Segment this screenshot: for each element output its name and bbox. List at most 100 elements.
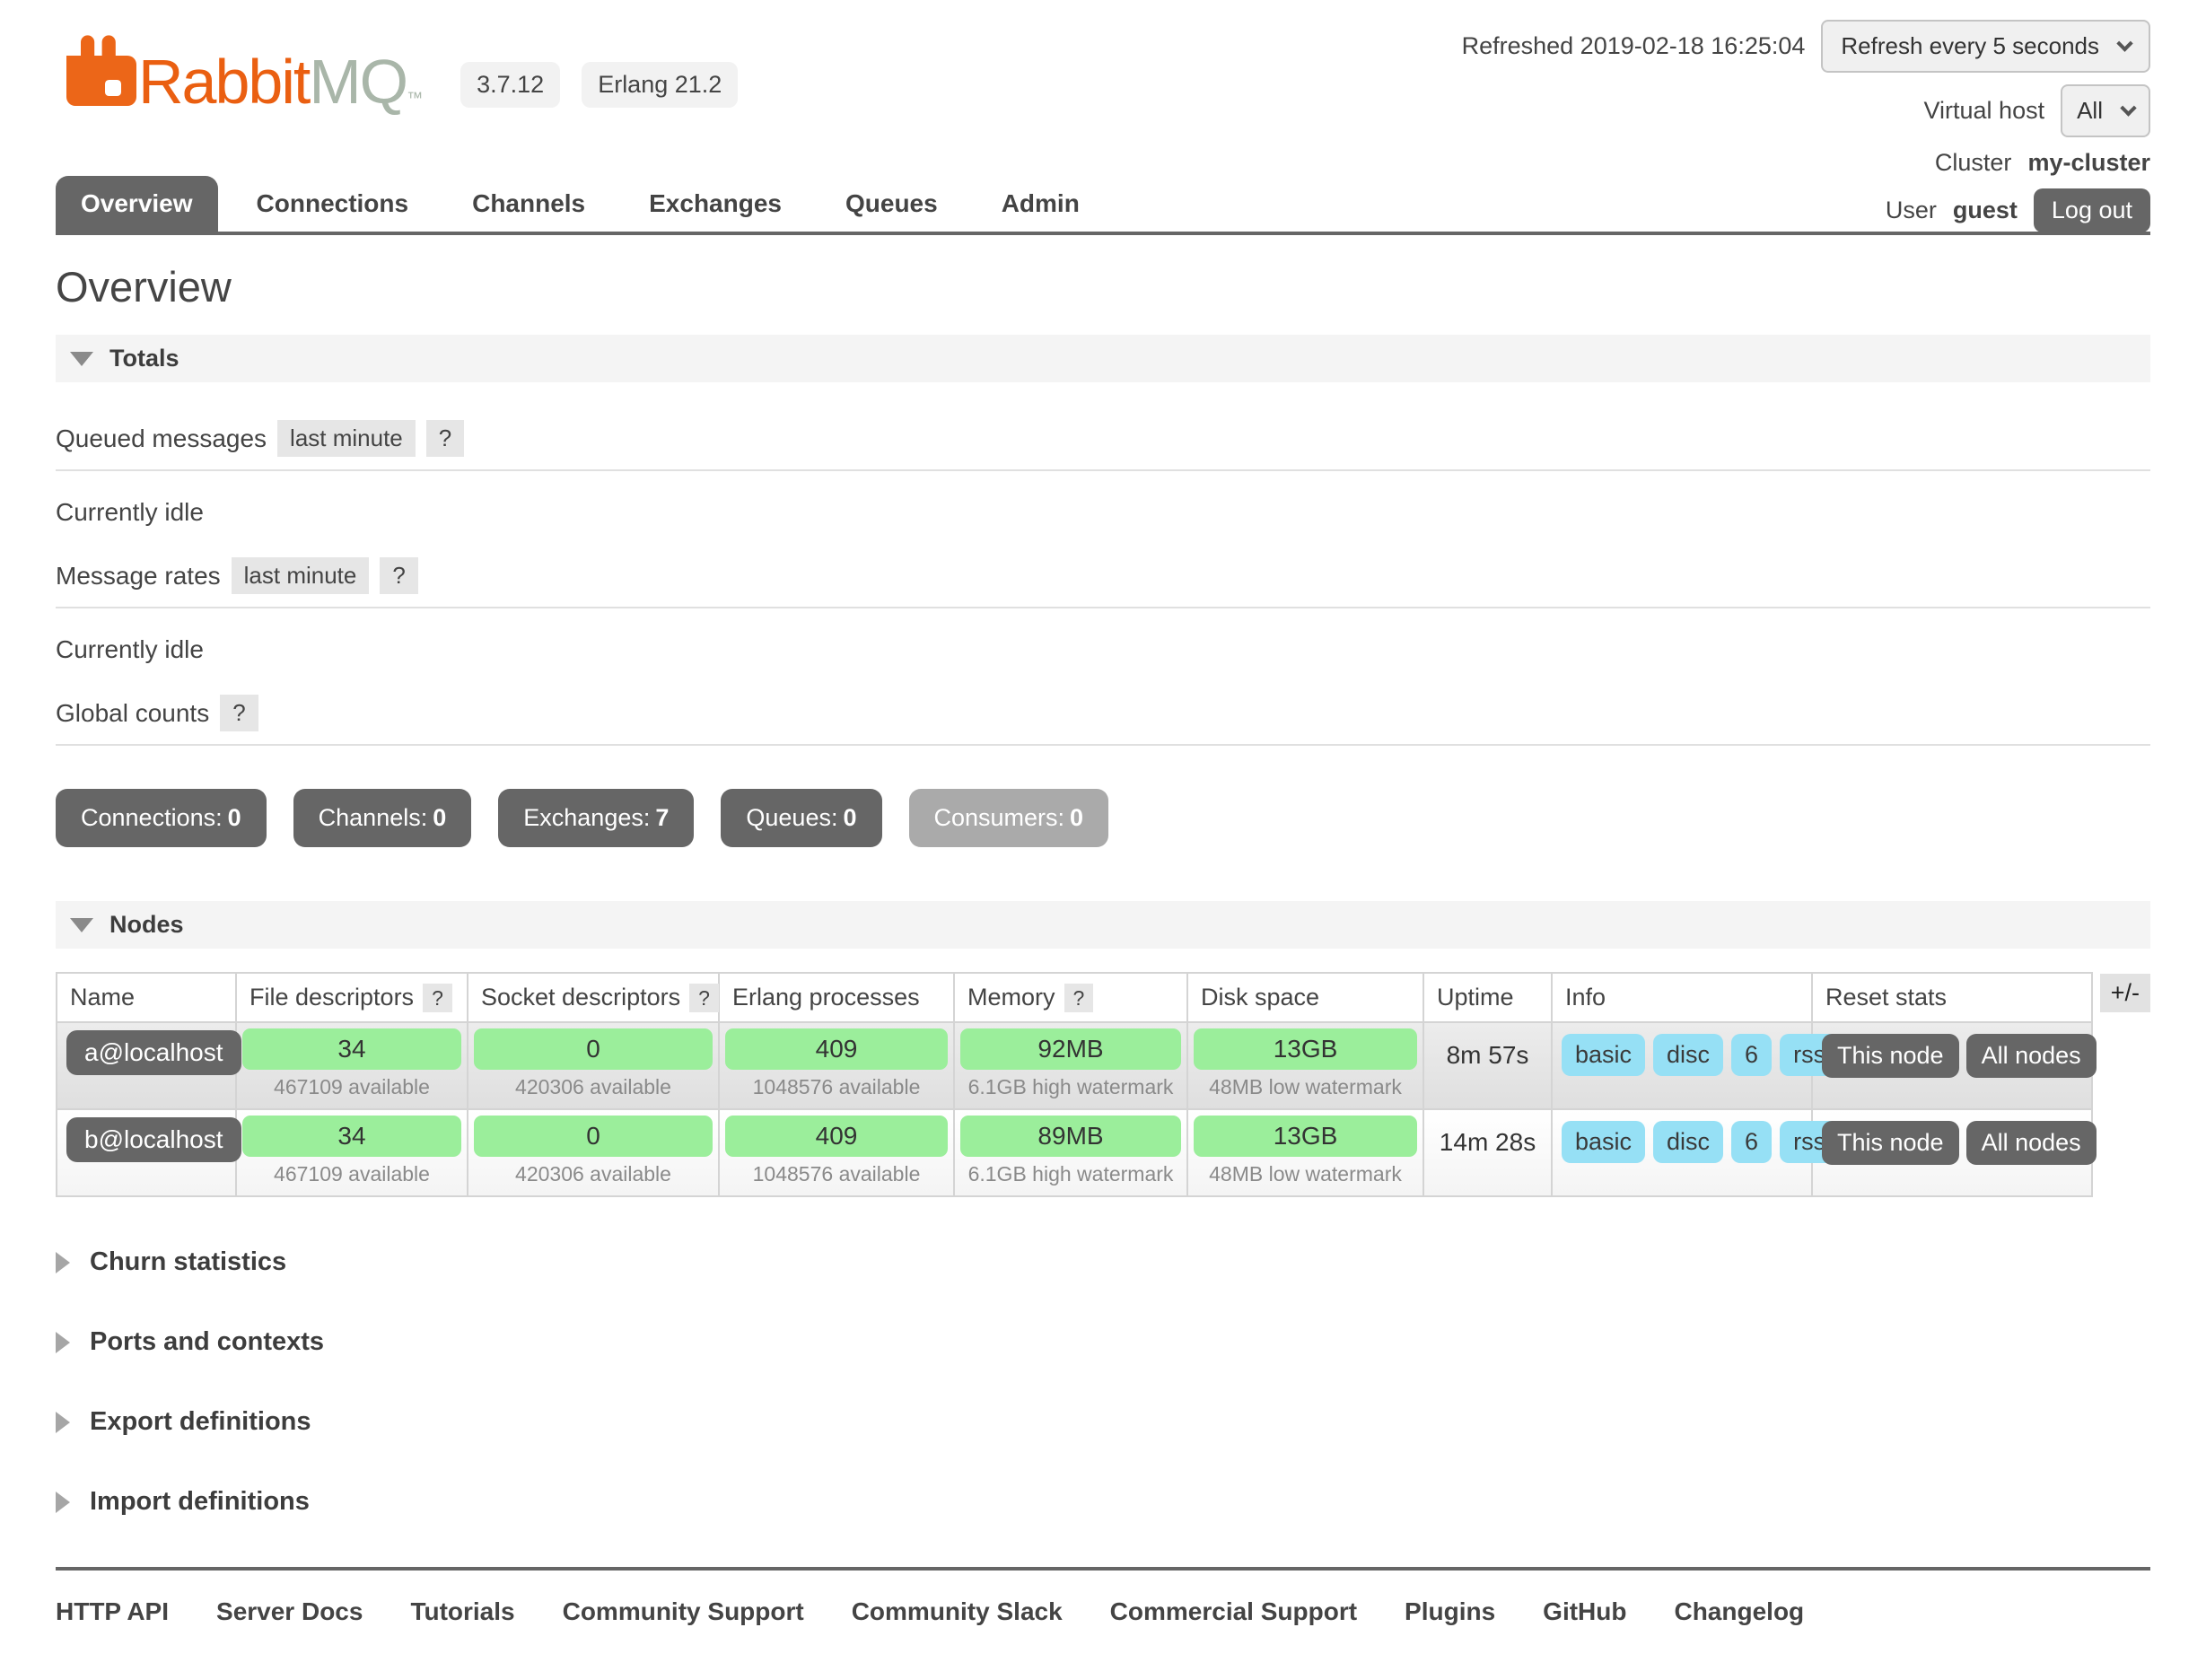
- connections-count-button[interactable]: Connections:0: [56, 789, 267, 847]
- collapse-triangle-icon: [70, 918, 93, 932]
- tab-admin[interactable]: Admin: [976, 176, 1105, 232]
- col-file-descriptors: File descriptors?: [236, 973, 468, 1022]
- disk-free-value: 13GB: [1194, 1116, 1417, 1157]
- nodes-table: Name File descriptors? Socket descriptor…: [56, 972, 2093, 1197]
- proc-used-value: 409: [725, 1028, 948, 1070]
- wordmark-rabbit: Rabbit: [138, 47, 309, 117]
- info-badge-disc: disc: [1653, 1034, 1723, 1076]
- node-row-a: a@localhost 34467109 available 0420306 a…: [57, 1022, 2092, 1109]
- col-erlang-processes: Erlang processes: [719, 973, 954, 1022]
- help-badge[interactable]: ?: [689, 984, 719, 1012]
- col-memory: Memory?: [954, 973, 1187, 1022]
- section-import-definitions[interactable]: Import definitions: [56, 1487, 2150, 1517]
- header-right: Refreshed 2019-02-18 16:25:04 Refresh ev…: [1462, 20, 2150, 232]
- reset-all-nodes-button[interactable]: All nodes: [1966, 1034, 2097, 1078]
- rabbitmq-logo[interactable]: RabbitMQ™: [56, 32, 421, 111]
- queued-messages-heading: Queued messages last minute ?: [56, 420, 2150, 471]
- refresh-interval-value: Refresh every 5 seconds: [1841, 32, 2099, 60]
- version-badges: 3.7.12 Erlang 21.2: [460, 62, 738, 108]
- page-title: Overview: [56, 262, 2150, 311]
- footer-link-server-docs[interactable]: Server Docs: [216, 1597, 363, 1626]
- uptime-value: 8m 57s: [1423, 1022, 1552, 1109]
- logout-button[interactable]: Log out: [2034, 188, 2150, 232]
- section-churn-statistics[interactable]: Churn statistics: [56, 1247, 2150, 1277]
- footer-links: HTTP API Server Docs Tutorials Community…: [56, 1567, 2150, 1680]
- rates-range-badge[interactable]: last minute: [232, 557, 370, 594]
- cluster-row: Cluster my-cluster: [1935, 149, 2150, 177]
- help-badge[interactable]: ?: [423, 984, 452, 1012]
- footer-link-community-support[interactable]: Community Support: [563, 1597, 804, 1626]
- tab-channels[interactable]: Channels: [447, 176, 610, 232]
- vhost-row: Virtual host All: [1924, 84, 2150, 137]
- reset-this-node-button[interactable]: This node: [1822, 1034, 1959, 1078]
- footer-link-community-slack[interactable]: Community Slack: [852, 1597, 1063, 1626]
- nodes-section-title: Nodes: [109, 911, 184, 939]
- col-socket-descriptors: Socket descriptors?: [468, 973, 719, 1022]
- queues-count-button[interactable]: Queues:0: [721, 789, 881, 847]
- fd-used-value: 34: [242, 1116, 461, 1157]
- consumers-count-button[interactable]: Consumers:0: [909, 789, 1109, 847]
- proc-available-text: 1048576 available: [725, 1157, 948, 1190]
- rabbitmq-overview-page: RabbitMQ™ 3.7.12 Erlang 21.2 Refreshed 2…: [0, 0, 2206, 1680]
- disk-watermark-text: 48MB low watermark: [1194, 1070, 1417, 1103]
- tab-connections[interactable]: Connections: [232, 176, 434, 232]
- message-rates-label: Message rates: [56, 562, 221, 591]
- tab-overview[interactable]: Overview: [56, 176, 218, 232]
- help-badge[interactable]: ?: [426, 420, 464, 457]
- connections-count-value: 0: [228, 804, 241, 831]
- rabbit-icon: [56, 32, 138, 111]
- info-badge-disc: disc: [1653, 1121, 1723, 1163]
- rates-idle-text: Currently idle: [56, 635, 2150, 664]
- column-toggle-button[interactable]: +/-: [2100, 974, 2150, 1012]
- node-name-badge[interactable]: a@localhost: [66, 1030, 241, 1075]
- memory-watermark-text: 6.1GB high watermark: [960, 1070, 1181, 1103]
- nav-tabs: Overview Connections Channels Exchanges …: [56, 176, 1118, 232]
- refresh-interval-select[interactable]: Refresh every 5 seconds: [1821, 20, 2150, 73]
- memory-watermark-text: 6.1GB high watermark: [960, 1157, 1181, 1190]
- fd-available-text: 467109 available: [242, 1157, 461, 1190]
- collapse-triangle-icon: [70, 352, 93, 366]
- help-badge[interactable]: ?: [380, 557, 417, 594]
- section-export-definitions[interactable]: Export definitions: [56, 1407, 2150, 1437]
- node-row-b: b@localhost 34467109 available 0420306 a…: [57, 1109, 2092, 1196]
- help-badge[interactable]: ?: [1064, 984, 1094, 1012]
- col-reset-stats: Reset stats: [1812, 973, 2092, 1022]
- footer-link-plugins[interactable]: Plugins: [1405, 1597, 1495, 1626]
- channels-count-button[interactable]: Channels:0: [293, 789, 472, 847]
- footer-link-changelog[interactable]: Changelog: [1674, 1597, 1804, 1626]
- node-info-badges: basicdisc6rss: [1552, 1022, 1812, 1109]
- help-badge[interactable]: ?: [220, 695, 258, 731]
- expand-triangle-icon: [56, 1332, 70, 1353]
- section-ports-and-contexts[interactable]: Ports and contexts: [56, 1327, 2150, 1357]
- footer-link-github[interactable]: GitHub: [1543, 1597, 1626, 1626]
- header: RabbitMQ™ 3.7.12 Erlang 21.2 Refreshed 2…: [56, 0, 2150, 235]
- col-uptime: Uptime: [1423, 973, 1552, 1022]
- chevron-down-icon: [2116, 35, 2132, 51]
- vhost-select[interactable]: All: [2061, 84, 2150, 137]
- footer-link-commercial-support[interactable]: Commercial Support: [1110, 1597, 1357, 1626]
- queued-range-badge[interactable]: last minute: [277, 420, 416, 457]
- section-label: Ports and contexts: [90, 1327, 324, 1357]
- expand-triangle-icon: [56, 1492, 70, 1513]
- consumers-count-value: 0: [1070, 804, 1083, 831]
- footer-link-http-api[interactable]: HTTP API: [56, 1597, 169, 1626]
- nodes-section-header[interactable]: Nodes: [56, 901, 2150, 949]
- erlang-version-badge: Erlang 21.2: [582, 62, 738, 108]
- proc-used-value: 409: [725, 1116, 948, 1157]
- footer-link-tutorials[interactable]: Tutorials: [410, 1597, 514, 1626]
- reset-all-nodes-button[interactable]: All nodes: [1966, 1121, 2097, 1165]
- channels-count-value: 0: [433, 804, 446, 831]
- wordmark: RabbitMQ™: [138, 52, 421, 112]
- user-label: User: [1886, 197, 1937, 224]
- fd-available-text: 467109 available: [242, 1070, 461, 1103]
- tab-queues[interactable]: Queues: [820, 176, 963, 232]
- exchanges-count-button[interactable]: Exchanges:7: [498, 789, 694, 847]
- info-badge-basic: basic: [1562, 1034, 1645, 1076]
- tab-exchanges[interactable]: Exchanges: [624, 176, 807, 232]
- section-label: Import definitions: [90, 1487, 310, 1517]
- totals-section-header[interactable]: Totals: [56, 335, 2150, 382]
- reset-this-node-button[interactable]: This node: [1822, 1121, 1959, 1165]
- section-label: Export definitions: [90, 1407, 311, 1437]
- global-counts-label: Global counts: [56, 699, 209, 728]
- node-name-badge[interactable]: b@localhost: [66, 1117, 241, 1162]
